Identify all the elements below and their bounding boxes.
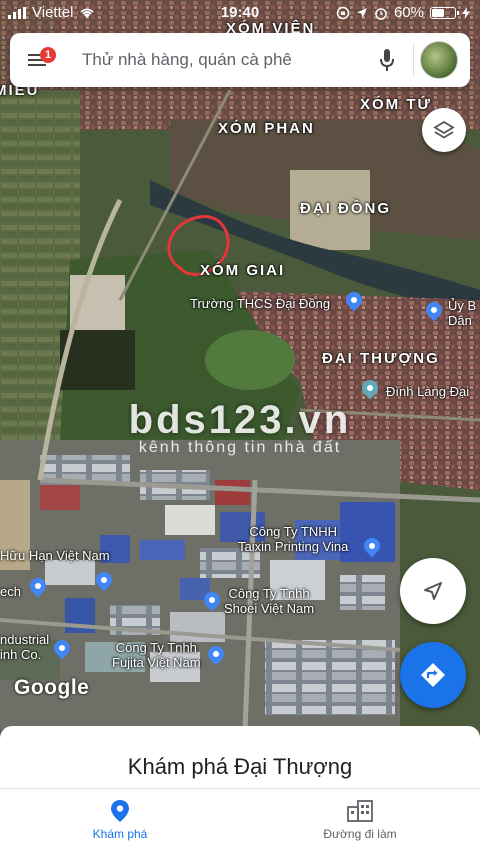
poi-label-industrial[interactable]: ndustrial inh Co.	[0, 632, 49, 662]
battery-percent: 60%	[393, 4, 424, 21]
screen-rotation-lock-icon	[336, 6, 350, 19]
explore-title[interactable]: Khám phá Đại Thượng	[0, 754, 480, 780]
google-logo: Google	[14, 676, 90, 699]
poi-label-taixin[interactable]: Công Ty TNHH Taixin Printing Vina	[238, 524, 348, 554]
commute-building-icon	[347, 800, 373, 822]
poi-label-fujita[interactable]: Công Ty Tnhh Fujita Việt Nam	[112, 640, 201, 670]
tab-explore-label: Khám phá	[92, 827, 148, 841]
map-label-dai-thuong: ĐẠI THƯỢNG	[322, 350, 440, 367]
location-arrow-icon	[356, 7, 367, 18]
watermark-sub: kênh thông tin nhà đất	[138, 439, 342, 456]
tab-commute-label: Đường đi làm	[323, 827, 397, 841]
bottom-sheet[interactable]: Khám phá Đại Thượng Khám phá Đường đi là…	[0, 726, 480, 852]
charging-icon	[462, 6, 470, 19]
tab-commute[interactable]: Đường đi làm	[240, 789, 480, 852]
avatar[interactable]	[420, 41, 458, 79]
poi-label-huu-han[interactable]: Hữu Hạn Việt Nam	[0, 548, 110, 563]
status-bar: Viettel 19:40 60%	[0, 0, 480, 26]
map-label-xom-phan: XÓM PHAN	[218, 120, 315, 137]
my-location-button[interactable]	[400, 558, 466, 624]
alarm-icon	[375, 7, 387, 20]
poi-label-dinh-lang[interactable]: Đình Làng Đại	[386, 384, 469, 399]
poi-label-uy-ban[interactable]: Ủy B Dân	[448, 298, 476, 328]
navigation-arrow-icon	[424, 582, 442, 600]
layers-button[interactable]	[422, 108, 466, 152]
location-pin-icon	[111, 800, 129, 822]
directions-button[interactable]	[400, 642, 466, 708]
search-bar: 1	[10, 33, 470, 87]
poi-label-ech[interactable]: ech	[0, 584, 21, 599]
menu-button[interactable]: 1	[10, 33, 64, 87]
map-label-xom-giai: XÓM GIAI	[200, 262, 286, 279]
microphone-icon	[380, 49, 394, 71]
poi-label-shoei[interactable]: Công Ty Tnhh Shoei Việt Nam	[224, 586, 314, 616]
voice-search-button[interactable]	[367, 48, 407, 72]
map-label-xom-tu: XÓM TỨ	[360, 96, 432, 113]
watermark: bds123.vn kênh thông tin nhà đất	[0, 398, 480, 457]
battery-icon	[430, 6, 459, 19]
search-divider	[413, 43, 414, 77]
map-label-dai-dong: ĐẠI ĐỒNG	[300, 200, 391, 217]
directions-icon	[421, 663, 445, 687]
poi-label-truong-thcs[interactable]: Trường THCS Đại Đồng	[190, 296, 330, 311]
notification-badge: 1	[40, 47, 56, 63]
tab-explore[interactable]: Khám phá	[0, 789, 240, 852]
layers-icon	[433, 120, 455, 139]
watermark-main: bds123.vn	[128, 398, 352, 442]
bottom-tabs: Khám phá Đường đi làm	[0, 789, 480, 852]
search-input[interactable]	[64, 50, 367, 70]
